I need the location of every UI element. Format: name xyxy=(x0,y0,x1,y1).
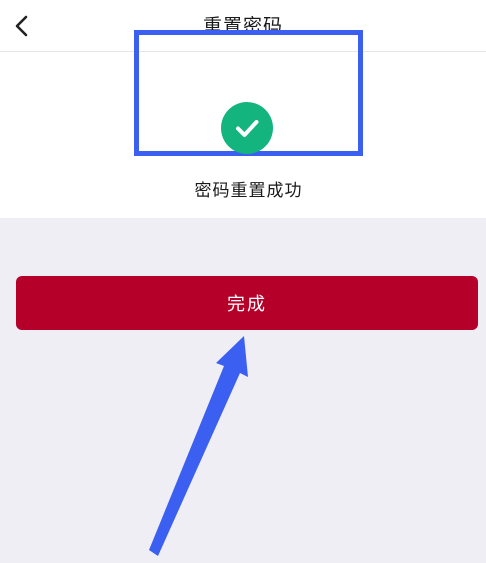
check-circle-icon xyxy=(221,102,273,154)
reset-password-screen: 重置密码 密码重置成功 完成 xyxy=(0,0,486,563)
done-button[interactable]: 完成 xyxy=(16,276,478,330)
success-message: 密码重置成功 xyxy=(194,181,303,201)
